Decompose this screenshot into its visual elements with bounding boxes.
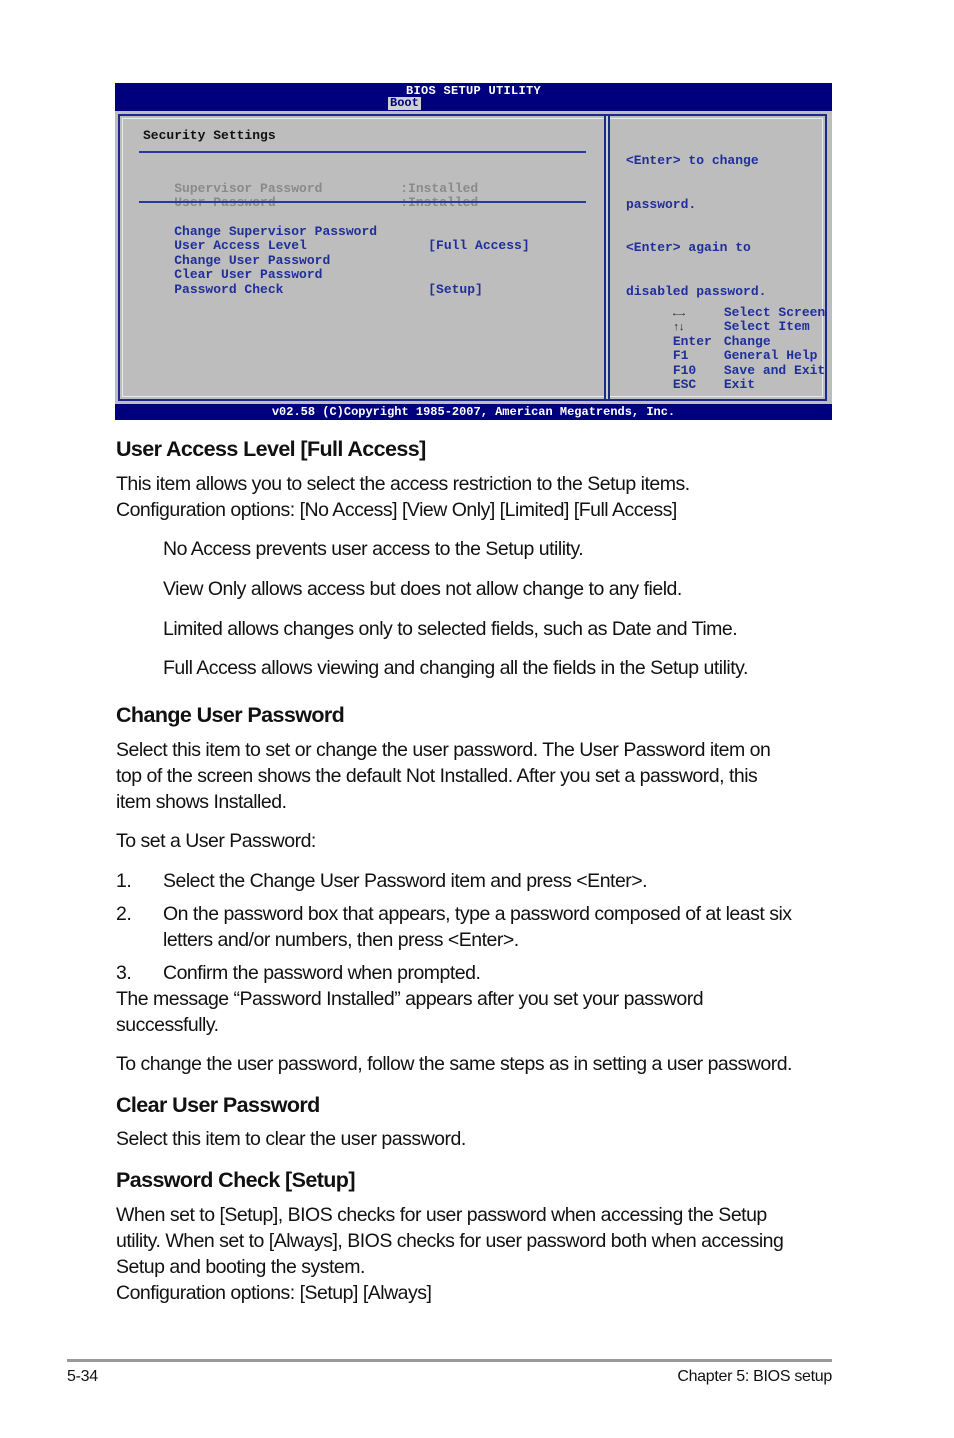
step-text: Select the Change User Password item and… bbox=[163, 870, 648, 892]
key-legend-row: ESC Exit bbox=[626, 364, 825, 392]
option-description: Limited allows changes only to selected … bbox=[163, 618, 738, 640]
key-legend-row: F10 Save and Exit bbox=[626, 349, 825, 378]
status-value: :Installed bbox=[400, 195, 478, 211]
key-name: ESC bbox=[672, 377, 697, 392]
bios-title-bar: BIOS SETUP UTILITY Boot bbox=[115, 83, 832, 111]
help-line: password. bbox=[626, 196, 697, 212]
step-text: Confirm the password when prompted. bbox=[163, 962, 481, 984]
paragraph: To set a User Password: bbox=[116, 830, 316, 852]
paragraph: To change the user password, follow the … bbox=[116, 1053, 792, 1075]
option-description: No Access prevents user access to the Se… bbox=[163, 538, 584, 560]
key-legend: ←→ Select Screen ↑↓ Select Item Enter Chang… bbox=[626, 291, 825, 392]
heading-user-access-level: User Access Level [Full Access] bbox=[116, 437, 426, 461]
paragraph: Configuration options: [Setup] [Always] bbox=[116, 1282, 432, 1304]
option-description: Full Access allows viewing and changing … bbox=[163, 657, 748, 679]
key-legend-row: ←→ Select Screen bbox=[626, 291, 825, 320]
paragraph: utility. When set to [Always], BIOS chec… bbox=[116, 1230, 784, 1252]
step-text: letters and/or numbers, then press <Ente… bbox=[163, 929, 519, 951]
menu-item-value: [Full Access] bbox=[428, 238, 530, 253]
paragraph: This item allows you to select the acces… bbox=[116, 473, 690, 495]
step-number: 1. bbox=[116, 870, 132, 892]
paragraph: Select this item to set or change the us… bbox=[116, 739, 771, 761]
page-number: 5-34 bbox=[67, 1368, 98, 1385]
key-legend-row: ↑↓ Select Item bbox=[626, 306, 825, 334]
menu-item-label: Password Check bbox=[174, 281, 284, 297]
key-action: Exit bbox=[723, 377, 756, 392]
bios-copyright-bar: v02.58 (C)Copyright 1985-2007, American … bbox=[115, 404, 832, 420]
step-text: On the password box that appears, type a… bbox=[163, 903, 792, 925]
heading-change-user-password: Change User Password bbox=[116, 703, 345, 727]
paragraph: Setup and booting the system. bbox=[116, 1256, 365, 1278]
option-description: View Only allows access but does not all… bbox=[163, 578, 682, 600]
key-legend-row: F1 General Help bbox=[626, 335, 825, 363]
paragraph: top of the screen shows the default Not … bbox=[116, 765, 758, 787]
help-line: <Enter> again to bbox=[626, 240, 751, 255]
status-label: User Password bbox=[174, 195, 400, 211]
heading-clear-user-password: Clear User Password bbox=[116, 1093, 320, 1117]
paragraph: Configuration options: [No Access] [View… bbox=[116, 499, 677, 521]
tab-boot[interactable]: Boot bbox=[388, 97, 421, 110]
heading-password-check: Password Check [Setup] bbox=[116, 1168, 355, 1192]
bios-screenshot: BIOS SETUP UTILITY Boot Security Setting… bbox=[115, 83, 832, 420]
status-divider bbox=[139, 201, 586, 203]
section-title: Security Settings bbox=[143, 128, 276, 143]
footer-divider bbox=[67, 1359, 832, 1362]
pane-divider bbox=[604, 116, 610, 399]
paragraph: When set to [Setup], BIOS checks for use… bbox=[116, 1204, 767, 1226]
step-number: 3. bbox=[116, 962, 132, 984]
menu-item-password-check[interactable]: Password Check [Setup] bbox=[143, 268, 483, 312]
help-line: <Enter> to change bbox=[626, 153, 759, 168]
paragraph: successfully. bbox=[116, 1014, 219, 1036]
paragraph: The message “Password Installed” appears… bbox=[116, 988, 704, 1010]
step-number: 2. bbox=[116, 903, 132, 925]
chapter-title: Chapter 5: BIOS setup bbox=[677, 1368, 832, 1385]
paragraph: item shows Installed. bbox=[116, 791, 287, 813]
section-divider bbox=[139, 151, 586, 153]
menu-item-value: [Setup] bbox=[428, 281, 483, 297]
paragraph: Select this item to clear the user passw… bbox=[116, 1128, 466, 1150]
bios-title: BIOS SETUP UTILITY bbox=[405, 84, 542, 98]
key-legend-row: Enter Change bbox=[626, 320, 825, 349]
